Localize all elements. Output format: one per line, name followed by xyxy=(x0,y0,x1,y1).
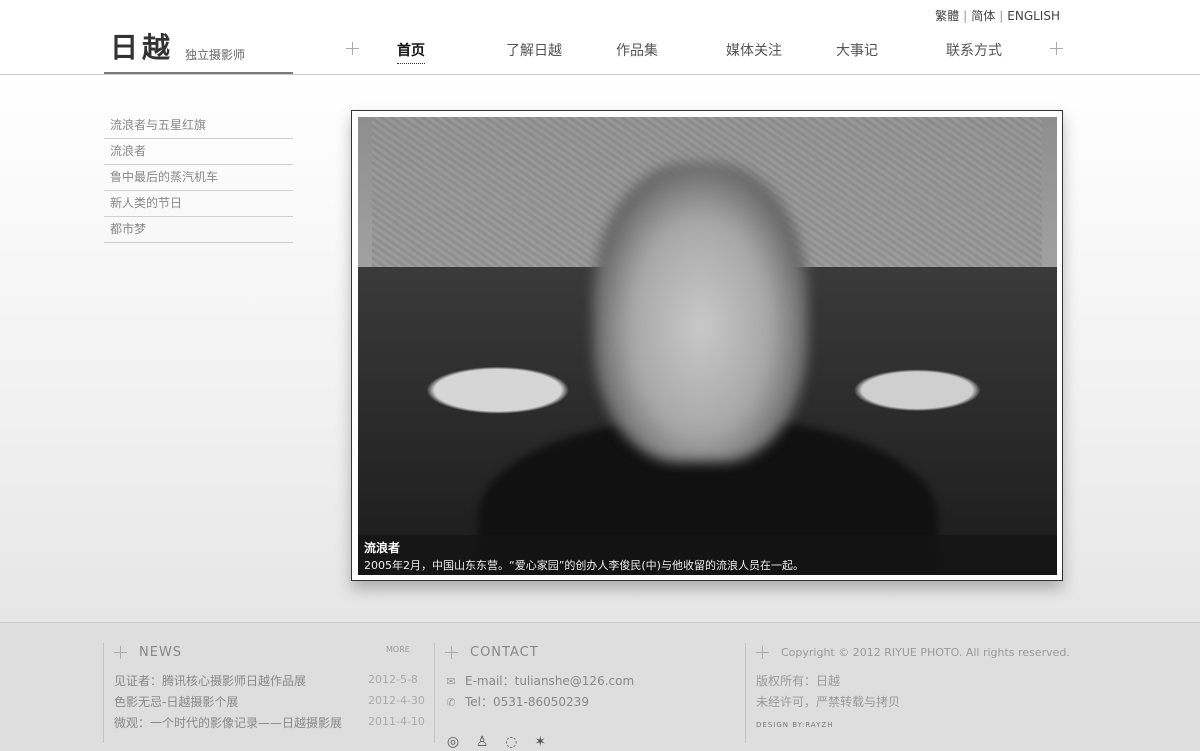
design-credit: DESIGN BY:RAYZH xyxy=(756,721,834,729)
crosshair-decor-icon xyxy=(346,42,359,55)
logo[interactable]: 日越 独立摄影师 xyxy=(104,26,293,74)
photo-description: 2005年2月，中国山东东营。“爱心家园”的创办人李俊民(中)与他收留的流浪人员… xyxy=(364,559,804,572)
gallery-list: 流浪者与五星红旗 流浪者 鲁中最后的蒸汽机车 新人类的节日 都市梦 xyxy=(104,113,293,243)
copyright-section: Copyright © 2012 RIYUE PHOTO. All rights… xyxy=(745,643,1070,743)
chat-icon[interactable]: ◌ xyxy=(503,734,519,750)
main-content: 流浪者与五星红旗 流浪者 鲁中最后的蒸汽机车 新人类的节日 都市梦 流浪者 20… xyxy=(0,75,1200,622)
social-links: ◎ ♙ ◌ ✶ xyxy=(445,731,556,750)
gallery-item[interactable]: 流浪者 xyxy=(104,139,293,165)
crosshair-decor-icon xyxy=(1050,42,1063,55)
crosshair-decor-icon xyxy=(114,646,127,659)
star-icon[interactable]: ✶ xyxy=(532,734,548,750)
news-title: NEWS xyxy=(139,645,183,660)
mail-icon: ✉ xyxy=(446,675,456,688)
language-switcher: 繁體 | 简体 | ENGLISH xyxy=(935,7,1060,24)
gallery-item[interactable]: 都市梦 xyxy=(104,217,293,243)
qq-icon[interactable]: ♙ xyxy=(474,734,490,750)
lang-traditional[interactable]: 繁體 xyxy=(935,9,959,23)
photo-frame: 流浪者 2005年2月，中国山东东营。“爱心家园”的创办人李俊民(中)与他收留的… xyxy=(351,110,1063,581)
news-item[interactable]: 微观：一个时代的影像记录——日越摄影展 xyxy=(114,714,342,731)
lang-simplified[interactable]: 简体 xyxy=(971,9,995,23)
nav-about[interactable]: 了解日越 xyxy=(506,40,562,60)
news-more-link[interactable]: MORE xyxy=(386,645,410,654)
footer: NEWS MORE 见证者：腾讯核心摄影师日越作品展 2012-5-8 色影无忌… xyxy=(0,622,1200,751)
featured-photo[interactable]: 流浪者 2005年2月，中国山东东营。“爱心家园”的创办人李俊民(中)与他收留的… xyxy=(358,117,1057,575)
phone-icon: ✆ xyxy=(446,696,456,709)
nav-home[interactable]: 首页 xyxy=(397,40,425,64)
logo-mark: 日越 xyxy=(110,31,175,64)
copyright-text: Copyright © 2012 RIYUE PHOTO. All rights… xyxy=(781,646,1070,659)
photo-caption: 流浪者 2005年2月，中国山东东营。“爱心家园”的创办人李俊民(中)与他收留的… xyxy=(358,535,1057,575)
weibo-icon[interactable]: ◎ xyxy=(445,734,461,750)
email-row: ✉ E-mail：tulianshe@126.com xyxy=(445,672,634,689)
gallery-item[interactable]: 流浪者与五星红旗 xyxy=(104,113,293,139)
photo-title: 流浪者 xyxy=(364,541,401,555)
copyright-notice: 未经许可，严禁转载与拷贝 xyxy=(756,695,901,709)
nav-media[interactable]: 媒体关注 xyxy=(726,40,782,60)
gallery-item[interactable]: 新人类的节日 xyxy=(104,191,293,217)
lang-separator: | xyxy=(963,9,968,23)
tel-row: ✆ Tel：0531-86050239 xyxy=(445,693,589,710)
contact-title: CONTACT xyxy=(470,645,539,660)
news-date: 2012-4-30 xyxy=(368,694,425,707)
nav-contact[interactable]: 联系方式 xyxy=(946,40,1002,60)
news-item[interactable]: 色影无忌-日越摄影个展 xyxy=(114,693,238,710)
news-section: NEWS MORE 见证者：腾讯核心摄影师日越作品展 2012-5-8 色影无忌… xyxy=(103,643,425,743)
news-date: 2011-4-10 xyxy=(368,715,425,728)
crosshair-decor-icon xyxy=(756,646,769,659)
email-text[interactable]: E-mail：tulianshe@126.com xyxy=(465,674,634,688)
copyright-owner: 版权所有：日越 xyxy=(756,674,841,688)
lang-separator: | xyxy=(999,9,1004,23)
nav-events[interactable]: 大事记 xyxy=(836,40,878,60)
logo-subtitle: 独立摄影师 xyxy=(185,48,246,62)
nav-portfolio[interactable]: 作品集 xyxy=(616,40,658,60)
photo-subject-face xyxy=(593,162,808,462)
news-date: 2012-5-8 xyxy=(368,673,418,686)
tel-text: Tel：0531-86050239 xyxy=(465,695,589,709)
news-item[interactable]: 见证者：腾讯核心摄影师日越作品展 xyxy=(114,672,306,689)
crosshair-decor-icon xyxy=(445,646,458,659)
gallery-item[interactable]: 鲁中最后的蒸汽机车 xyxy=(104,165,293,191)
lang-english[interactable]: ENGLISH xyxy=(1007,9,1060,23)
contact-section: CONTACT ✉ E-mail：tulianshe@126.com ✆ Tel：0… xyxy=(434,643,735,750)
header: 繁體 | 简体 | ENGLISH 日越 独立摄影师 首页 了解日越 作品集 媒体关注 … xyxy=(0,0,1200,75)
